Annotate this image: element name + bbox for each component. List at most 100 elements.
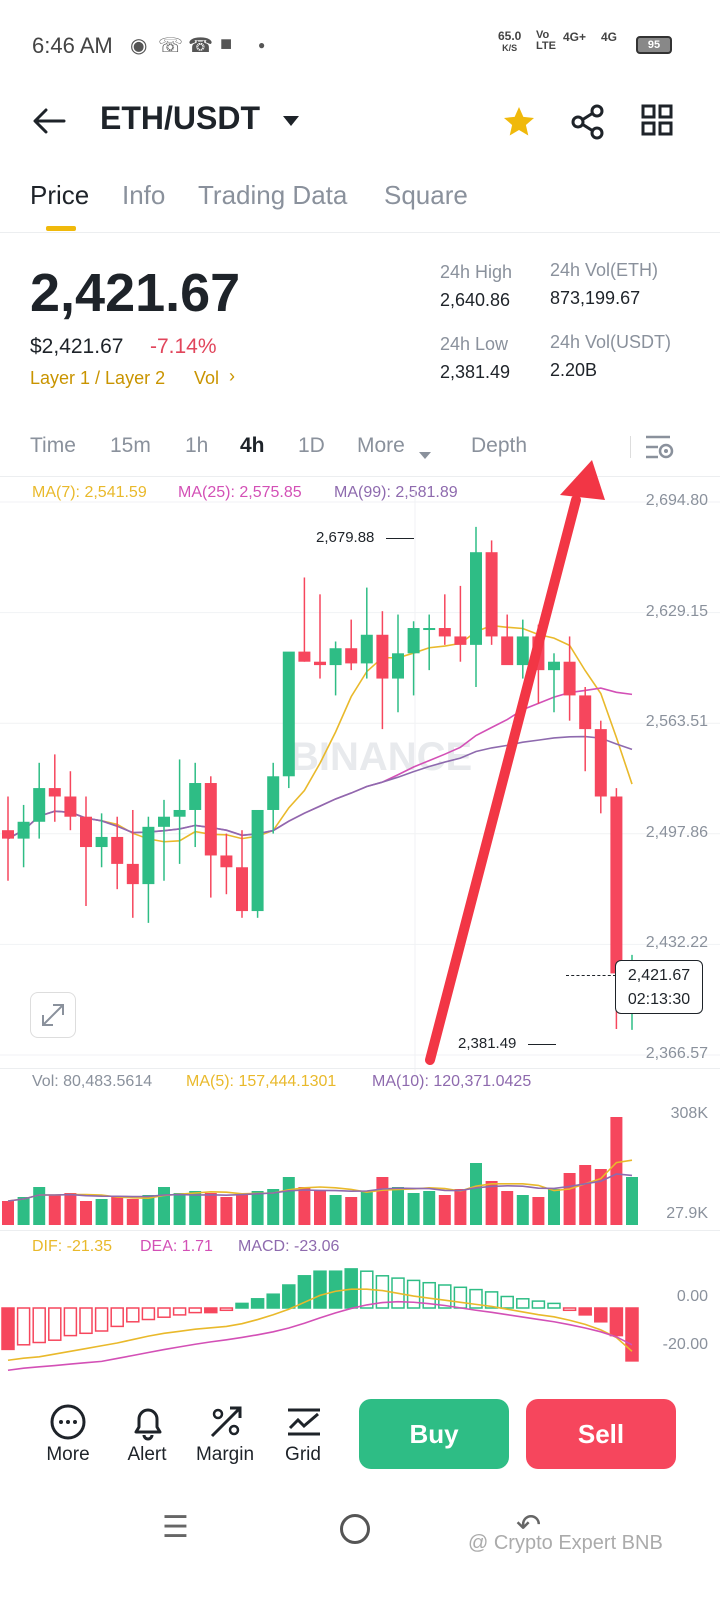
high-value: 2,640.86 [440, 290, 511, 310]
buy-button[interactable]: Buy [359, 1399, 509, 1469]
volume-bar [407, 1193, 420, 1225]
volume-legend: Vol: 80,483.5614 [32, 1073, 153, 1090]
volume-bar [345, 1197, 358, 1225]
caret-down-icon[interactable] [282, 114, 300, 132]
candle-body [189, 783, 202, 810]
macd-bar [188, 1307, 202, 1314]
volume-bar [438, 1195, 451, 1225]
menu-nav-icon[interactable]: ☰ [162, 1510, 189, 1545]
usd-price: $2,421.67 [30, 335, 124, 358]
interval-more[interactable]: More [357, 434, 405, 458]
grid-trading-icon[interactable] [284, 1402, 324, 1447]
volume-ma5-legend: MA(5): 157,444.1301 [186, 1073, 337, 1090]
speed-value: 65.0 [498, 29, 522, 43]
candle-body [360, 634, 373, 664]
volume-bar [17, 1197, 30, 1225]
battery-icon: 95 [636, 36, 672, 54]
bell-icon[interactable] [128, 1402, 168, 1447]
volume-bar [282, 1177, 295, 1225]
volume-bar [610, 1117, 623, 1225]
macd-axis-neg: -20.00 [662, 1336, 708, 1353]
margin-icon[interactable] [206, 1402, 246, 1447]
tag-layer[interactable]: Layer 1 / Layer 2 [30, 368, 165, 389]
more-button[interactable]: More [23, 1444, 113, 1466]
macd-bar [110, 1307, 124, 1328]
vol-eth-value: 873,199.67 [550, 288, 641, 308]
volume-ma10-legend: MA(10): 120,371.0425 [372, 1073, 532, 1090]
status-time: 6:46 AM [32, 33, 113, 58]
macd-bar [516, 1298, 530, 1309]
last-price: 2,421.67 [30, 263, 241, 323]
candle-body [111, 836, 124, 864]
volume-bar [236, 1195, 248, 1225]
grid-icon[interactable] [641, 104, 673, 141]
interval-15m[interactable]: 15m [110, 434, 151, 458]
volume-bar [501, 1191, 514, 1225]
chart-settings-icon[interactable] [644, 433, 676, 466]
divider [0, 1068, 720, 1069]
macd-bar [94, 1307, 109, 1332]
candle-body [282, 651, 295, 777]
candle-body [204, 783, 217, 856]
sell-button[interactable]: Sell [526, 1399, 676, 1469]
y-axis-tick: 2,563.51 [645, 713, 708, 731]
interval-time[interactable]: Time [30, 434, 76, 458]
candle-body [298, 651, 311, 662]
macd-bar [172, 1307, 187, 1316]
candle-body [158, 816, 170, 827]
macd-bar [313, 1270, 327, 1309]
tab-underline [46, 226, 76, 231]
low-label: 24h Low [440, 334, 509, 354]
volume-bar [579, 1165, 592, 1225]
change-percent: -7.14% [150, 335, 217, 358]
tag-vol[interactable]: Vol [194, 368, 219, 389]
tab-info[interactable]: Info [122, 180, 165, 211]
candle-body [64, 796, 77, 817]
volume-bar [111, 1197, 124, 1225]
candle-body [2, 830, 14, 839]
volume-bar [626, 1177, 638, 1225]
tab-trading-data[interactable]: Trading Data [198, 180, 347, 211]
candle-body [95, 836, 108, 848]
dot-icon: ● [258, 38, 266, 52]
volume-bar [376, 1177, 389, 1225]
candle-body [220, 855, 233, 868]
high-label: 24h High [440, 262, 513, 282]
back-arrow-icon[interactable] [32, 106, 66, 136]
volume-bar [251, 1191, 264, 1225]
y-axis-tick: 2,694.80 [645, 492, 708, 509]
speed-unit: K/S [502, 43, 518, 53]
macd-bar [453, 1286, 468, 1309]
macd-bar [609, 1307, 624, 1337]
vol-usdt-label: 24h Vol(USDT) [550, 332, 672, 352]
volume-bar [454, 1189, 467, 1225]
volume-bar [360, 1191, 373, 1225]
margin-button[interactable]: Margin [180, 1444, 270, 1466]
pair-title[interactable]: ETH/USDT [100, 100, 260, 137]
interval-1d[interactable]: 1D [298, 434, 325, 458]
interval-1h[interactable]: 1h [185, 434, 208, 458]
tab-price[interactable]: Price [30, 180, 89, 211]
grid-button[interactable]: Grid [258, 1444, 348, 1466]
volume-bar [80, 1201, 92, 1225]
interval-4h[interactable]: 4h [240, 434, 265, 458]
share-icon[interactable] [570, 104, 606, 145]
fullscreen-button[interactable] [30, 992, 76, 1038]
macd-bar [235, 1302, 249, 1309]
macd-bar [266, 1293, 280, 1309]
volume-bar [594, 1169, 607, 1225]
tab-square[interactable]: Square [384, 180, 468, 211]
high-marker: 2,679.88 [316, 529, 375, 546]
home-nav-icon[interactable] [340, 1514, 370, 1544]
alert-button[interactable]: Alert [102, 1444, 192, 1466]
volume-bar [64, 1193, 77, 1225]
chat-icon: ◉ [130, 35, 148, 57]
macd-bar [1, 1307, 15, 1351]
more-icon[interactable] [48, 1402, 88, 1447]
chevron-right-icon[interactable]: › [229, 366, 235, 387]
candle-body [126, 863, 139, 885]
volume-bar [532, 1197, 545, 1225]
macd-bar [32, 1307, 46, 1344]
star-icon[interactable] [500, 104, 538, 145]
macd-bar [547, 1302, 561, 1309]
